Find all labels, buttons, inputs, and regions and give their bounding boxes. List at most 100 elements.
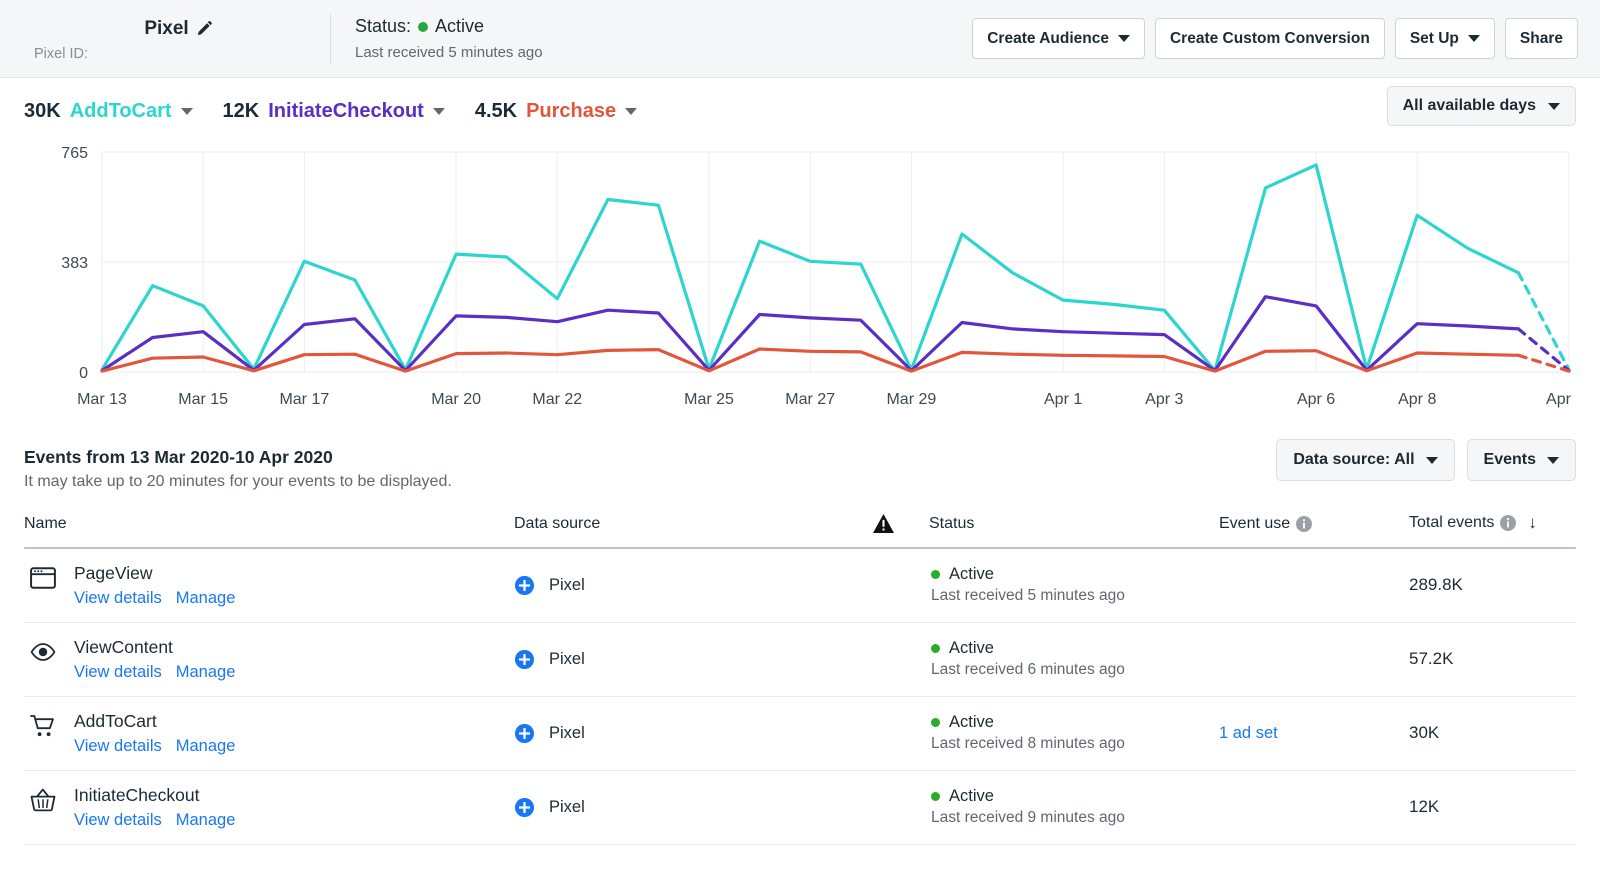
metric-selector-addtocart[interactable]: 30K AddToCart — [24, 100, 193, 123]
cell-status: ActiveLast received 9 minutes ago — [929, 770, 1219, 844]
cell-name: ViewContentView detailsManage — [24, 622, 514, 696]
create-custom-conversion-button[interactable]: Create Custom Conversion — [1155, 18, 1385, 59]
cell-event-use — [1219, 622, 1409, 696]
event-use-link[interactable]: 1 ad set — [1219, 724, 1278, 742]
chevron-down-icon — [1426, 457, 1438, 464]
x-axis-tick-label: Mar 15 — [178, 391, 228, 408]
data-source-filter-label: Data source: All — [1293, 451, 1414, 469]
cell-status: ActiveLast received 6 minutes ago — [929, 622, 1219, 696]
cell-name: InitiateCheckout View details Manage — [24, 770, 514, 844]
chart-svg: 0383765Mar 13Mar 15Mar 17Mar 20Mar 22Mar… — [24, 140, 1576, 425]
page-title: Pixel — [144, 18, 188, 40]
info-icon[interactable] — [1296, 516, 1312, 532]
cell-data-source: Pixel — [514, 696, 869, 770]
table-row[interactable]: InitiateCheckout View details Manage Pixel A… — [24, 770, 1576, 844]
create-audience-button[interactable]: Create Audience — [972, 18, 1145, 59]
pixel-id-label: Pixel ID: — [34, 46, 324, 62]
share-button[interactable]: Share — [1505, 18, 1578, 59]
manage-link[interactable]: Manage — [176, 811, 236, 830]
metric-selector-initiatecheckout[interactable]: 12K InitiateCheckout — [223, 100, 445, 123]
status-label: Status: — [355, 14, 411, 39]
metric-value-addtocart: 30K — [24, 100, 61, 123]
chevron-down-icon — [625, 108, 637, 115]
column-header-warning[interactable] — [869, 513, 929, 548]
view-details-link[interactable]: View details — [74, 663, 162, 682]
chevron-down-icon — [1547, 457, 1559, 464]
set-up-button[interactable]: Set Up — [1395, 18, 1495, 59]
status-value: Active — [435, 14, 484, 39]
view-details-link[interactable]: View details — [74, 737, 162, 756]
pixel-title-row: Pixel — [34, 16, 324, 42]
cell-warning — [869, 548, 929, 622]
manage-link[interactable]: Manage — [176, 589, 236, 608]
info-icon[interactable] — [1500, 515, 1516, 531]
data-source-value: Pixel — [549, 576, 585, 595]
metric-selector-purchase[interactable]: 4.5K Purchase — [475, 100, 637, 123]
x-axis-tick-label: Apr 11 — [1546, 391, 1576, 408]
cell-name: PageViewView detailsManage — [24, 548, 514, 622]
cell-warning — [869, 622, 929, 696]
top-bar: Pixel Pixel ID: Status: Active Last rece… — [0, 0, 1600, 78]
cell-name: AddToCart View details Manage — [24, 696, 514, 770]
date-range-selector[interactable]: All available days — [1387, 86, 1576, 126]
events-filters: Data source: All Events — [1276, 439, 1576, 481]
cell-data-source: Pixel — [514, 770, 869, 844]
add-source-icon[interactable] — [514, 649, 535, 670]
manage-link[interactable]: Manage — [176, 663, 236, 682]
column-header-data-source[interactable]: Data source — [514, 513, 869, 548]
column-header-status[interactable]: Status — [929, 513, 1219, 548]
metric-label-purchase: Purchase — [526, 100, 616, 123]
pixel-status-block: Status: Active Last received 5 minutes a… — [355, 14, 543, 63]
add-source-icon[interactable] — [514, 575, 535, 596]
column-header-total-events-label: Total events — [1409, 514, 1494, 532]
status-last-received: Last received 8 minutes ago — [931, 735, 1219, 753]
events-filter[interactable]: Events — [1467, 439, 1576, 481]
cell-total-events: 289.8K — [1409, 548, 1576, 622]
cell-event-use — [1219, 770, 1409, 844]
table-row[interactable]: ViewContentView detailsManagePixelActive… — [24, 622, 1576, 696]
chart-panel: 30K AddToCart 12K InitiateCheckout 4.5K … — [0, 78, 1600, 425]
view-details-link[interactable]: View details — [74, 589, 162, 608]
table-row[interactable]: AddToCart View details Manage Pixel ActiveLa… — [24, 696, 1576, 770]
y-axis-tick-label: 765 — [61, 145, 88, 162]
x-axis-tick-label: Mar 13 — [77, 391, 127, 408]
status-value: Active — [949, 565, 994, 584]
manage-link[interactable]: Manage — [176, 737, 236, 756]
y-axis-tick-label: 0 — [79, 365, 88, 382]
view-details-link[interactable]: View details — [74, 811, 162, 830]
pencil-icon[interactable] — [197, 20, 214, 37]
header-actions: Create Audience Create Custom Conversion… — [972, 18, 1578, 59]
table-row[interactable]: PageViewView detailsManagePixelActiveLas… — [24, 548, 1576, 622]
event-name: AddToCart — [74, 711, 235, 733]
y-axis-tick-label: 383 — [61, 255, 88, 272]
metric-label-addtocart: AddToCart — [70, 100, 172, 123]
chevron-down-icon — [433, 108, 445, 115]
status-last-received: Last received 6 minutes ago — [931, 661, 1219, 679]
status-last-received: Last received 5 minutes ago — [355, 42, 543, 63]
metric-value-purchase: 4.5K — [475, 100, 517, 123]
cell-status: Active Last received 5 minutes ago — [929, 548, 1219, 622]
column-header-name[interactable]: Name — [24, 513, 514, 548]
status-last-received: Last received 5 minutes ago — [931, 587, 1219, 605]
x-axis-tick-label: Mar 25 — [684, 391, 734, 408]
events-filter-label: Events — [1484, 451, 1536, 469]
x-axis-tick-label: Mar 22 — [532, 391, 582, 408]
cell-total-events: 12K — [1409, 770, 1576, 844]
data-source-value: Pixel — [549, 798, 585, 817]
column-header-event-use[interactable]: Event use — [1219, 513, 1409, 548]
column-header-total-events[interactable]: Total events ↓ — [1409, 513, 1576, 548]
event-name: InitiateCheckout — [74, 785, 235, 807]
sort-descending-icon[interactable]: ↓ — [1528, 513, 1537, 533]
add-source-icon[interactable] — [514, 723, 535, 744]
column-header-data-source-label: Data source — [514, 515, 600, 532]
cell-status: ActiveLast received 8 minutes ago — [929, 696, 1219, 770]
warning-triangle-icon — [873, 514, 894, 533]
x-axis-tick-label: Mar 20 — [431, 391, 481, 408]
data-source-filter[interactable]: Data source: All — [1276, 439, 1454, 481]
column-header-event-use-label: Event use — [1219, 515, 1290, 533]
status-dot-icon — [931, 644, 940, 653]
share-label: Share — [1520, 30, 1563, 48]
status-last-received: Last received 9 minutes ago — [931, 809, 1219, 827]
add-source-icon[interactable] — [514, 797, 535, 818]
chevron-down-icon — [1118, 35, 1130, 42]
